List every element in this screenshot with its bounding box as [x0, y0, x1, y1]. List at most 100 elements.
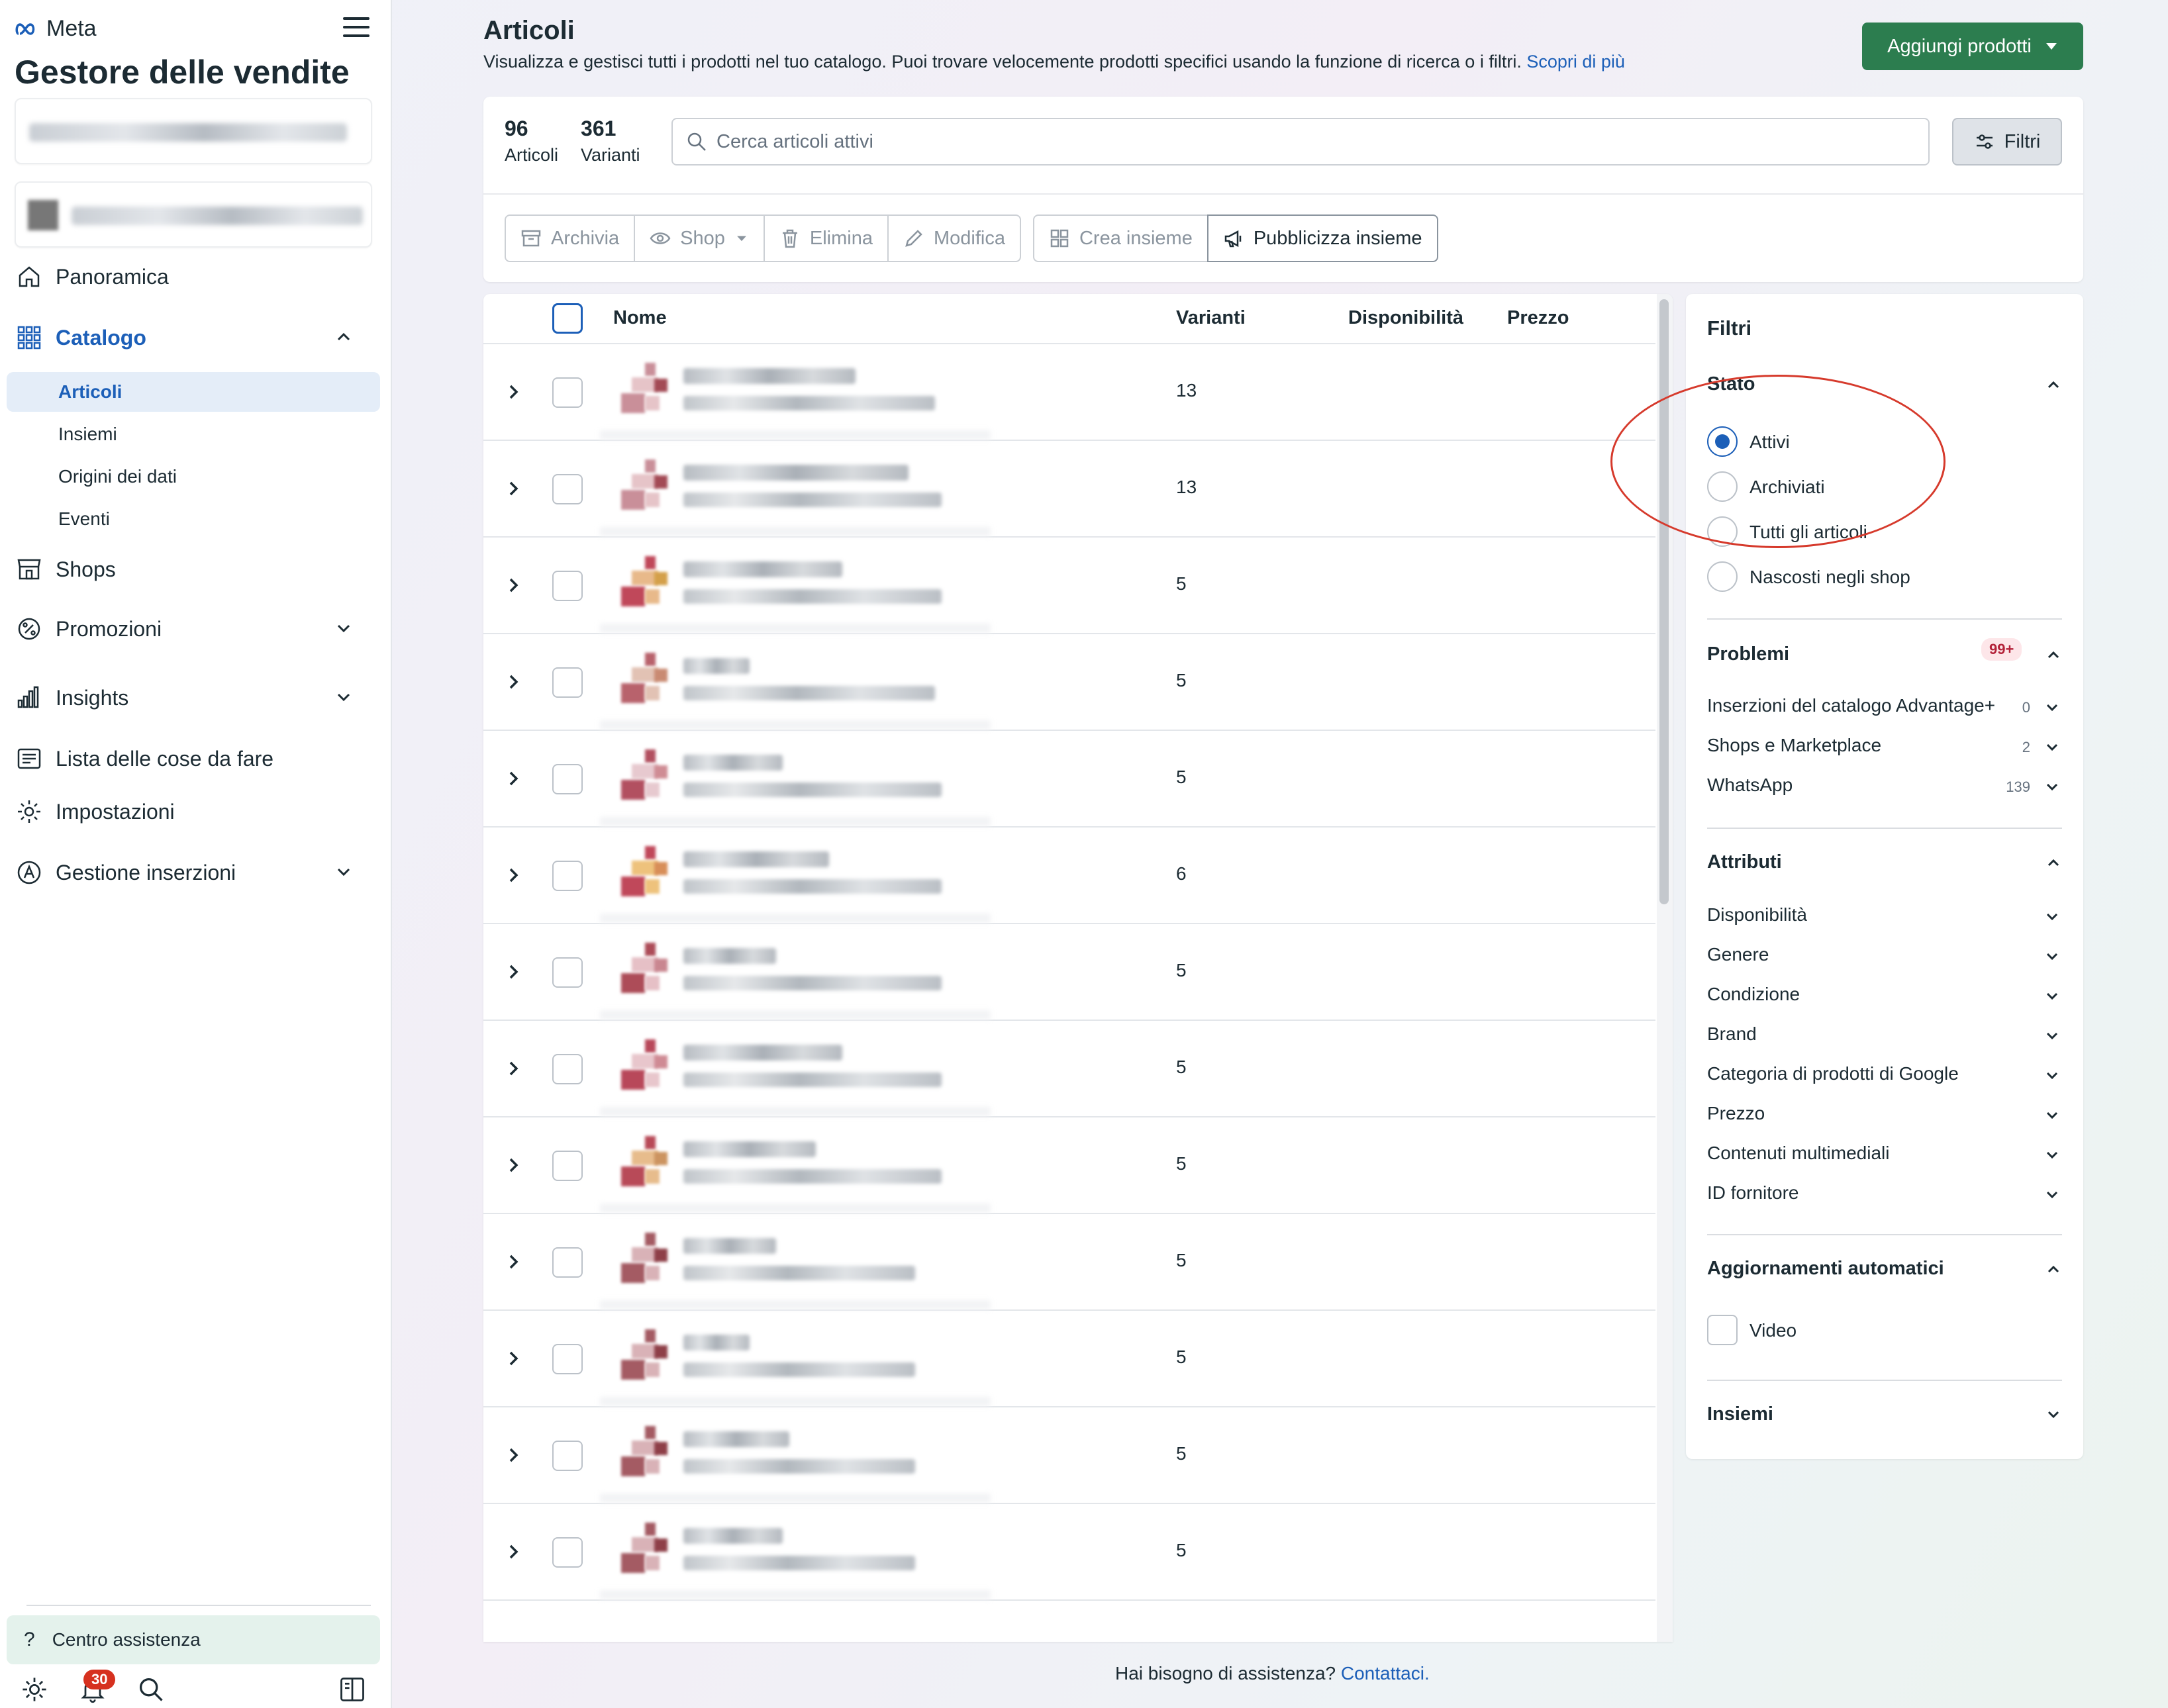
chevron-up-icon[interactable] — [2044, 375, 2063, 395]
chevron-down-icon[interactable] — [334, 687, 354, 707]
attribute-filter-item[interactable]: Genere — [1707, 944, 2062, 965]
edit-button[interactable]: Modifica — [887, 214, 1021, 262]
chevron-down-icon[interactable] — [2042, 1066, 2062, 1086]
product-thumbnail[interactable] — [618, 363, 671, 418]
column-header-nome[interactable]: Nome — [613, 307, 667, 329]
expand-chevron-icon[interactable] — [502, 863, 526, 887]
search-icon[interactable] — [136, 1675, 166, 1704]
delete-button[interactable]: Elimina — [763, 214, 889, 262]
filters-button[interactable]: Filtri — [1952, 118, 2062, 166]
radio-tutti-articoli[interactable] — [1707, 516, 1738, 547]
sidebar-subitem-insiemi[interactable]: Insiemi — [7, 414, 380, 454]
attribute-filter-item[interactable]: Condizione — [1707, 984, 2062, 1005]
row-checkbox[interactable] — [552, 1441, 583, 1471]
table-row[interactable]: 5 — [483, 1311, 1655, 1407]
problem-filter-item[interactable]: Inserzioni del catalogo Advantage+ 0 — [1707, 695, 2062, 716]
expand-chevron-icon[interactable] — [502, 1250, 526, 1274]
expand-chevron-icon[interactable] — [502, 1443, 526, 1467]
attribute-filter-item[interactable]: Brand — [1707, 1023, 2062, 1045]
expand-chevron-icon[interactable] — [502, 767, 526, 790]
sidebar-item-lista-cose-da-fare[interactable]: Lista delle cose da fare — [15, 739, 372, 779]
table-row[interactable]: 5 — [483, 1117, 1655, 1214]
chevron-down-icon[interactable] — [2042, 907, 2062, 927]
chevron-down-icon[interactable] — [2042, 777, 2062, 797]
product-thumbnail[interactable] — [618, 1039, 671, 1095]
row-checkbox[interactable] — [552, 1247, 583, 1278]
settings-gear-icon[interactable] — [20, 1675, 49, 1704]
chevron-down-icon[interactable] — [2042, 698, 2062, 718]
table-row[interactable]: 13 — [483, 441, 1655, 538]
chevron-down-icon[interactable] — [334, 618, 354, 638]
chevron-down-icon[interactable] — [2042, 947, 2062, 967]
help-center-button[interactable]: ? Centro assistenza — [7, 1615, 380, 1664]
chevron-down-icon[interactable] — [2042, 737, 2062, 757]
chevron-up-icon[interactable] — [2044, 645, 2063, 665]
expand-chevron-icon[interactable] — [502, 960, 526, 984]
column-header-prezzo[interactable]: Prezzo — [1507, 307, 1569, 329]
table-row[interactable]: 13 — [483, 344, 1655, 441]
chevron-down-icon[interactable] — [2042, 1026, 2062, 1046]
chevron-down-icon[interactable] — [334, 862, 354, 882]
chevron-up-icon[interactable] — [2044, 853, 2063, 873]
contact-link[interactable]: Contattaci. — [1341, 1663, 1430, 1684]
attribute-filter-item[interactable]: ID fornitore — [1707, 1182, 2062, 1204]
select-all-checkbox[interactable] — [552, 303, 583, 334]
filter-section-attributi[interactable]: Attributi — [1707, 851, 1782, 873]
expand-chevron-icon[interactable] — [502, 1347, 526, 1370]
row-checkbox[interactable] — [552, 377, 583, 408]
problem-filter-item[interactable]: Shops e Marketplace 2 — [1707, 735, 2062, 756]
sidebar-subitem-articoli[interactable]: Articoli — [7, 372, 380, 412]
table-scrollbar[interactable] — [1659, 299, 1669, 904]
catalog-selector[interactable] — [15, 181, 372, 248]
sidebar-subitem-origini-dati[interactable]: Origini dei dati — [7, 457, 380, 497]
filter-section-aggiornamenti-automatici[interactable]: Aggiornamenti automatici — [1707, 1258, 1944, 1280]
product-thumbnail[interactable] — [618, 943, 671, 998]
chevron-down-icon[interactable] — [2044, 1405, 2063, 1425]
product-thumbnail[interactable] — [618, 1426, 671, 1482]
add-products-button[interactable]: Aggiungi prodotti — [1862, 23, 2083, 70]
table-row[interactable]: 5 — [483, 538, 1655, 634]
archive-button[interactable]: Archivia — [505, 214, 636, 262]
table-row[interactable]: 5 — [483, 1407, 1655, 1504]
table-row[interactable]: 5 — [483, 924, 1655, 1021]
row-checkbox[interactable] — [552, 861, 583, 891]
sidebar-item-promozioni[interactable]: Promozioni — [15, 609, 372, 649]
expand-chevron-icon[interactable] — [502, 477, 526, 500]
chevron-up-icon[interactable] — [2044, 1259, 2063, 1279]
chevron-down-icon[interactable] — [2042, 1106, 2062, 1125]
row-checkbox[interactable] — [552, 957, 583, 988]
sidebar-subitem-eventi[interactable]: Eventi — [7, 499, 380, 539]
product-thumbnail[interactable] — [618, 1233, 671, 1288]
chevron-down-icon[interactable] — [2042, 986, 2062, 1006]
column-header-varianti[interactable]: Varianti — [1176, 307, 1246, 329]
attribute-filter-item[interactable]: Prezzo — [1707, 1103, 2062, 1124]
table-row[interactable]: 5 — [483, 1021, 1655, 1117]
advertise-set-button[interactable]: Pubblicizza insieme — [1207, 214, 1438, 262]
panel-toggle-icon[interactable] — [338, 1675, 367, 1704]
table-row[interactable]: 5 — [483, 1214, 1655, 1311]
chevron-down-icon[interactable] — [2042, 1185, 2062, 1205]
row-checkbox[interactable] — [552, 667, 583, 698]
attribute-filter-item[interactable]: Categoria di prodotti di Google — [1707, 1063, 2062, 1084]
product-thumbnail[interactable] — [618, 749, 671, 805]
sidebar-item-shops[interactable]: Shops — [15, 549, 372, 589]
filter-section-stato[interactable]: Stato — [1707, 373, 1755, 395]
row-checkbox[interactable] — [552, 571, 583, 601]
problem-filter-item[interactable]: WhatsApp 139 — [1707, 775, 2062, 796]
table-row[interactable]: 5 — [483, 634, 1655, 731]
product-thumbnail[interactable] — [618, 1523, 671, 1578]
row-checkbox[interactable] — [552, 1537, 583, 1568]
row-checkbox[interactable] — [552, 1151, 583, 1181]
expand-chevron-icon[interactable] — [502, 1153, 526, 1177]
search-input[interactable]: Cerca articoli attivi — [671, 118, 1930, 166]
chevron-down-icon[interactable] — [2042, 1145, 2062, 1165]
row-checkbox[interactable] — [552, 474, 583, 504]
product-thumbnail[interactable] — [618, 459, 671, 515]
sidebar-item-gestione-inserzioni[interactable]: Gestione inserzioni — [15, 853, 372, 892]
attribute-filter-item[interactable]: Disponibilità — [1707, 904, 2062, 925]
shop-visibility-button[interactable]: Shop — [634, 214, 765, 262]
row-checkbox[interactable] — [552, 764, 583, 794]
filter-section-insiemi[interactable]: Insiemi — [1707, 1403, 1773, 1425]
attribute-filter-item[interactable]: Contenuti multimediali — [1707, 1143, 2062, 1164]
sidebar-item-insights[interactable]: Insights — [15, 678, 372, 718]
